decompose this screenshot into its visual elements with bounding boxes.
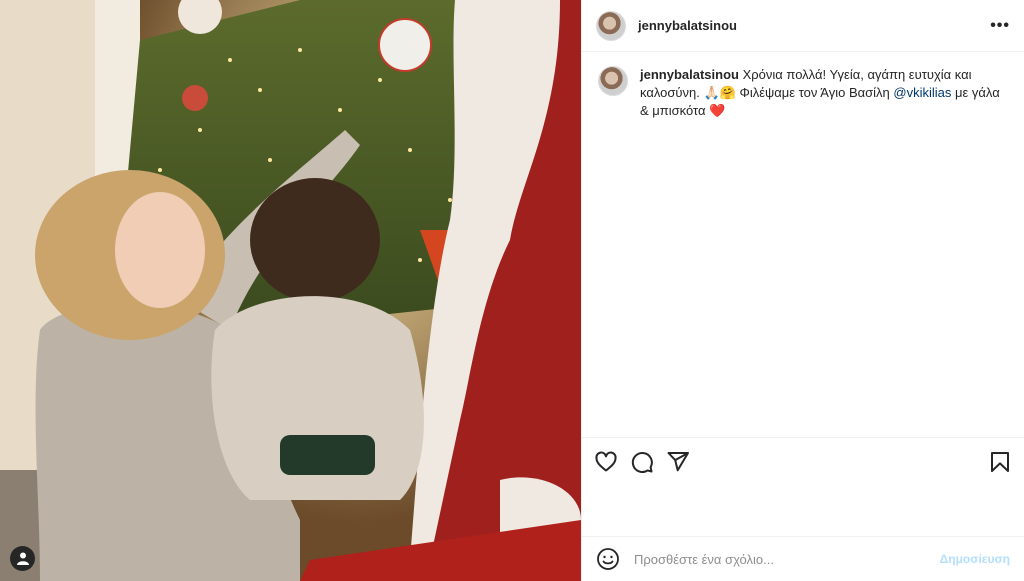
comments-section: jennybalatsinou Χρόνια πολλά! Υγεία, αγά… bbox=[582, 52, 1024, 436]
more-options-icon[interactable]: ••• bbox=[990, 17, 1010, 34]
tagged-user-icon[interactable] bbox=[10, 546, 35, 571]
caption-text: jennybalatsinou Χρόνια πολλά! Υγεία, αγά… bbox=[640, 66, 1008, 120]
heart-emoji: ❤️ bbox=[709, 103, 726, 118]
mention-link[interactable]: @vkikilias bbox=[893, 85, 951, 100]
heart-icon[interactable] bbox=[594, 450, 618, 474]
share-icon[interactable] bbox=[666, 450, 690, 474]
caption-username[interactable]: jennybalatsinou bbox=[640, 67, 739, 82]
post-comment-button[interactable]: Δημοσίευση bbox=[940, 552, 1010, 566]
comment-icon[interactable] bbox=[630, 450, 654, 474]
emoji-icon[interactable] bbox=[596, 547, 620, 571]
post-photo[interactable] bbox=[0, 0, 581, 581]
caption: jennybalatsinou Χρόνια πολλά! Υγεία, αγά… bbox=[598, 66, 1008, 120]
post-sidebar: jennybalatsinou ••• jennybalatsinou Χρόν… bbox=[581, 0, 1024, 581]
comment-bar: Δημοσίευση bbox=[582, 536, 1024, 581]
post-header: jennybalatsinou ••• bbox=[582, 0, 1024, 52]
avatar[interactable] bbox=[596, 10, 626, 41]
bookmark-icon[interactable] bbox=[988, 450, 1012, 474]
header-username[interactable]: jennybalatsinou bbox=[638, 18, 737, 33]
comment-input[interactable] bbox=[632, 550, 940, 568]
action-bar bbox=[582, 437, 1024, 485]
caption-avatar[interactable] bbox=[598, 66, 628, 96]
